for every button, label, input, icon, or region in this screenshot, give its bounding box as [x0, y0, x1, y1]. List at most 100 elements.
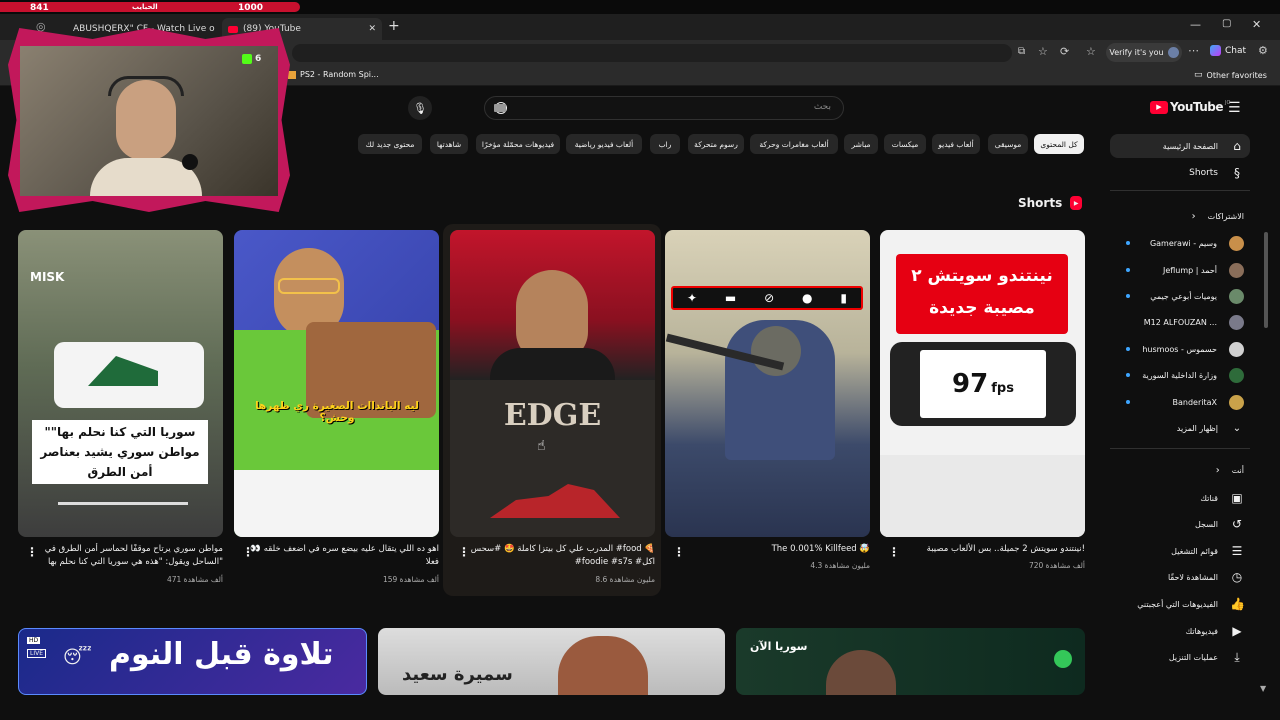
- favorites-icon[interactable]: ☆: [1086, 45, 1096, 58]
- viewer-badge: 6: [242, 54, 261, 64]
- sidebar-sub-item[interactable]: M12 ALFOUZAN ...: [1110, 310, 1250, 334]
- chip-animation[interactable]: رسوم متحركة: [688, 134, 744, 154]
- new-content-dot: [1126, 347, 1130, 351]
- chip-music[interactable]: موسيقى: [988, 134, 1028, 154]
- avatar: [1229, 341, 1244, 357]
- sidebar-scrollbar[interactable]: [1264, 232, 1268, 328]
- chip-watched[interactable]: شاهدتها: [430, 134, 468, 154]
- new-tab-button[interactable]: +: [388, 18, 400, 34]
- sidebar-sub-item[interactable]: وزارة الداخلية السورية: [1110, 363, 1250, 387]
- webcam-feed: 6: [20, 46, 278, 196]
- play-logo-icon: ▶: [1150, 100, 1168, 114]
- extensions-icon[interactable]: ⟳: [1060, 45, 1069, 58]
- chip-mixes[interactable]: ميكسات: [884, 134, 926, 154]
- short-lower-bg: [234, 470, 439, 537]
- copilot-chat-button[interactable]: Chat: [1210, 45, 1246, 56]
- shorts-section-header: Shorts ▶: [1018, 196, 1083, 210]
- bookmark-item[interactable]: PS2 - Random Spi...: [288, 70, 379, 79]
- video-thumbnail[interactable]: سميرة سعيد: [378, 628, 725, 695]
- stream-left-count: 841: [30, 3, 49, 13]
- chip-new-to-you[interactable]: محتوى جديد لك: [358, 134, 422, 154]
- chip-recently-uploaded[interactable]: فيديوهات محمّلة مؤخرًا: [476, 134, 560, 154]
- search-input[interactable]: بحث: [484, 96, 844, 120]
- short-views: 4.3 مليون مشاهدة: [810, 561, 870, 570]
- avatar: [1229, 367, 1244, 383]
- sidebar-item-label: المشاهدة لاحقًا: [1167, 572, 1218, 582]
- scroll-down-icon[interactable]: ▼: [1260, 684, 1266, 693]
- sub-name: Jeflump | أحمد: [1162, 265, 1217, 275]
- fps-display: 97 fps: [920, 350, 1046, 418]
- short-thumbnail[interactable]: ✦ ▬ ⊘ ● ▮: [665, 230, 870, 537]
- more-vert-icon[interactable]: ⋮: [26, 545, 38, 559]
- split-screen-icon[interactable]: ⧉: [1018, 46, 1025, 57]
- sub-name: وزارة الداخلية السورية: [1142, 370, 1217, 380]
- viewer-count: 6: [255, 54, 262, 64]
- sidebar-item-liked[interactable]: الفيديوهات التي أعجبتني 👍: [1110, 592, 1250, 616]
- youtube-logo[interactable]: ▶ YouTube JO: [1150, 100, 1230, 114]
- sidebar-item-playlists[interactable]: قوائم التشغيل ☰: [1110, 539, 1250, 563]
- short-title[interactable]: المدرب علي كل بيتزا كاملة 🤩 #سحس #food 🍕…: [465, 543, 655, 569]
- sidebar-sub-item[interactable]: يوميات أبوعي جيمي: [1110, 284, 1250, 308]
- sidebar-sub-item[interactable]: BanderitaX: [1110, 390, 1250, 414]
- chip-live[interactable]: مباشر: [844, 134, 878, 154]
- verify-label: Verify it's you: [1109, 48, 1164, 57]
- star-icon[interactable]: ☆: [1038, 45, 1048, 58]
- stream-right-count: 1000: [238, 3, 264, 13]
- short-title[interactable]: مواطن سوري يرتاح موقفًا لحماسر أمن الطرق…: [33, 543, 223, 569]
- close-icon[interactable]: ✕: [368, 24, 376, 34]
- sidebar-item-your-channel[interactable]: قناتك ▣: [1110, 486, 1250, 510]
- sleeping-emoji-icon: 😴: [63, 647, 92, 668]
- sidebar-sub-item[interactable]: Gamerawi - وسيم: [1110, 231, 1250, 255]
- new-content-dot: [1126, 400, 1130, 404]
- sidebar-sub-item[interactable]: husmoos - حسموس: [1110, 337, 1250, 361]
- other-favorites[interactable]: ▭ Other favorites: [1194, 70, 1267, 80]
- sidebar-you-header[interactable]: › أنت: [1110, 458, 1250, 482]
- chip-all[interactable]: كل المحتوى: [1034, 134, 1084, 154]
- chip-action-adventure[interactable]: ألعاب مغامرات وحركة: [750, 134, 838, 154]
- chip-rap[interactable]: راب: [650, 134, 680, 154]
- maximize-icon[interactable]: ▢: [1222, 18, 1231, 29]
- window-close-icon[interactable]: ✕: [1252, 18, 1261, 31]
- minimize-icon[interactable]: —: [1190, 18, 1201, 31]
- home-icon: ⌂: [1233, 139, 1241, 153]
- history-icon: ↺: [1231, 517, 1243, 531]
- more-vert-icon[interactable]: ⋮: [242, 545, 254, 559]
- keyboard-icon[interactable]: [494, 104, 506, 112]
- video-thumbnail[interactable]: سوريا الآن: [736, 628, 1085, 695]
- chip-sports-games[interactable]: ألعاب فيديو رياضية: [566, 134, 642, 154]
- sidebar-item-watch-later[interactable]: المشاهدة لاحقًا ◷: [1110, 565, 1250, 589]
- microphone: [182, 154, 198, 170]
- webcam-overlay: 6: [8, 28, 290, 212]
- avatar: [1229, 288, 1244, 304]
- short-thumbnail[interactable]: نينتندو سويتش ٢ مصيبة جديدة 97 fps: [880, 230, 1085, 537]
- video-thumbnail[interactable]: HD LIVE 😴 تلاوة قبل النوم: [18, 628, 367, 695]
- short-thumbnail[interactable]: ليه البانداات الصغيرة ري ظهرها وحش؟: [234, 230, 439, 537]
- more-vert-icon[interactable]: ⋮: [458, 545, 470, 559]
- more-vert-icon[interactable]: ⋮: [888, 545, 900, 559]
- short-overlay-text: ليه البانداات الصغيرة ري ظهرها وحش؟: [255, 400, 419, 424]
- chip-video-games[interactable]: ألعاب فيديو: [932, 134, 980, 154]
- voice-search-icon[interactable]: 🎙: [408, 96, 432, 120]
- short-thumbnail[interactable]: EDGE: [450, 230, 655, 537]
- sidebar-sub-item[interactable]: Jeflump | أحمد: [1110, 258, 1250, 282]
- sidebar-item-your-videos[interactable]: فيديوهاتك ▶: [1110, 619, 1250, 643]
- more-menu-icon[interactable]: ⋯: [1188, 44, 1199, 57]
- logo-country: JO: [1225, 100, 1231, 106]
- short-overlay-text: نينتندو سويتش ٢ مصيبة جديدة: [896, 254, 1068, 334]
- sidebar-item-home[interactable]: الصفحة الرئيسية ⌂: [1110, 134, 1250, 158]
- short-views: 159 ألف مشاهدة: [382, 575, 439, 584]
- short-thumbnail[interactable]: MISK "سوريا التي كنا نحلم بها" مواطن سور…: [18, 230, 223, 537]
- url-field[interactable]: [292, 44, 1012, 62]
- sidebar-item-downloads[interactable]: عمليات التنزيل ⤓: [1110, 645, 1250, 669]
- short-title[interactable]: اهو ده اللي يتقال عليه بيضع سره في اضعف …: [249, 543, 439, 569]
- sidebar-item-history[interactable]: السجل ↺: [1110, 512, 1250, 536]
- sidebar-subscriptions-header[interactable]: › الاشتراكات: [1110, 204, 1250, 228]
- video-title-overlay: سميرة سعيد: [402, 664, 513, 685]
- sidebar-home-label: الصفحة الرئيسية: [1162, 141, 1218, 151]
- verify-button[interactable]: Verify it's you: [1106, 43, 1182, 62]
- sidebar-item-shorts[interactable]: Shorts §: [1110, 161, 1250, 185]
- settings-icon[interactable]: ⚙: [1258, 44, 1268, 57]
- sidebar-show-more[interactable]: إظهار المزيد ⌄: [1110, 416, 1250, 440]
- more-vert-icon[interactable]: ⋮: [673, 545, 685, 559]
- sub-name: يوميات أبوعي جيمي: [1150, 291, 1217, 301]
